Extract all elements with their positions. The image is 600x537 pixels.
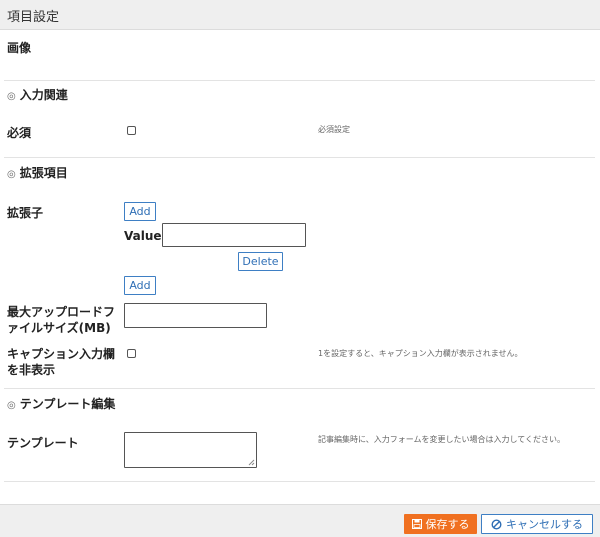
section-marker-icon: ◎ [7, 400, 16, 411]
section-marker-icon: ◎ [7, 91, 16, 102]
section-extension-title: 拡張項目 [19, 166, 68, 180]
dialog-footer: 保存する キャンセルする [0, 504, 600, 537]
resize-handle-icon[interactable] [248, 459, 255, 466]
floppy-disk-icon [411, 519, 422, 529]
value-label: Value [124, 229, 162, 243]
template-label: テンプレート [7, 436, 79, 450]
section-template-title: テンプレート編集 [19, 397, 116, 411]
divider [4, 157, 595, 158]
hide-caption-label: キャプション入力欄を非表示 [7, 347, 116, 377]
dialog-title: 項目設定 [7, 10, 60, 25]
section-template-heading: ◎ テンプレート編集 [7, 395, 115, 412]
required-checkbox[interactable] [127, 126, 136, 135]
hide-caption-help: 1を設定すると、キャプション入力欄が表示されません。 [318, 349, 523, 358]
cancel-button[interactable]: キャンセルする [481, 514, 593, 534]
section-extension-heading: ◎ 拡張項目 [7, 164, 68, 181]
hide-caption-checkbox[interactable] [127, 349, 136, 358]
max-upload-input[interactable] [124, 303, 267, 328]
ban-icon [491, 518, 502, 530]
template-help: 記事編集時に、入力フォームを変更したい場合は入力してください。 [318, 435, 566, 444]
dialog-header: 項目設定 [0, 0, 600, 30]
divider [4, 481, 595, 482]
divider [4, 80, 595, 81]
template-textarea[interactable] [124, 432, 257, 468]
section-input-title: 入力関連 [19, 88, 68, 102]
max-upload-label: 最大アップロードファイルサイズ(MB) [7, 305, 116, 335]
save-button[interactable]: 保存する [404, 514, 477, 534]
required-label: 必須 [7, 126, 32, 140]
section-input-heading: ◎ 入力関連 [7, 86, 68, 103]
required-help: 必須設定 [318, 125, 350, 134]
save-button-label: 保存する [425, 518, 470, 531]
extension-label: 拡張子 [7, 206, 44, 220]
delete-button[interactable]: Delete [238, 252, 283, 271]
add-button[interactable]: Add [124, 276, 156, 295]
image-label: 画像 [7, 41, 32, 55]
section-marker-icon: ◎ [7, 169, 16, 180]
divider [4, 388, 595, 389]
value-input[interactable] [162, 223, 306, 247]
add-button[interactable]: Add [124, 202, 156, 221]
cancel-button-label: キャンセルする [506, 518, 583, 531]
